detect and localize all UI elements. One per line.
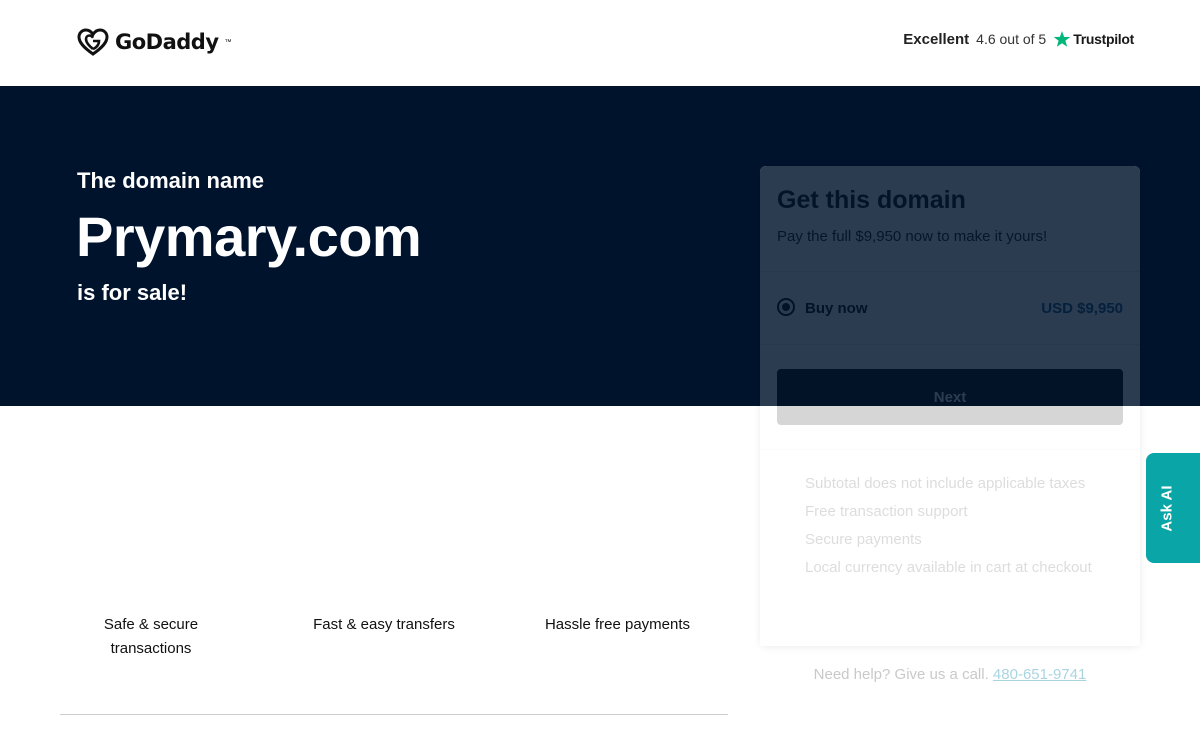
trustpilot-rating[interactable]: Excellent 4.6 out of 5 Trustpilot (903, 30, 1134, 48)
card-title: Get this domain (777, 186, 966, 214)
card-features-list: Subtotal does not include applicable tax… (805, 474, 1092, 586)
section-divider (60, 714, 728, 715)
next-button[interactable]: Next (777, 369, 1123, 425)
purchase-card: Get this domain Pay the full $9,950 now … (760, 166, 1140, 646)
list-item: Local currency available in cart at chec… (805, 559, 1092, 576)
trust-score: 4.6 out of 5 (976, 31, 1047, 47)
benefit-line: transactions (110, 640, 192, 657)
benefit-hassle-free: Hassle free payments (530, 613, 705, 637)
buy-now-price: USD $9,950 (1041, 300, 1123, 317)
logo-wordmark: GoDaddy (115, 30, 219, 54)
trademark-symbol: ™ (224, 38, 232, 46)
ask-ai-button[interactable]: Ask AI (1146, 453, 1200, 563)
card-divider (760, 449, 1140, 450)
trustpilot-brand: Trustpilot (1053, 30, 1134, 48)
help-line: Need help? Give us a call. 480-651-9741 (760, 666, 1140, 683)
buy-now-label[interactable]: Buy now (805, 300, 868, 317)
hero-post-title: is for sale! (77, 280, 188, 305)
help-phone-link[interactable]: 480-651-9741 (993, 666, 1086, 683)
site-header: GoDaddy ™ Excellent 4.6 out of 5 Trustpil… (0, 0, 1200, 86)
benefit-fast-transfers: Fast & easy transfers (300, 613, 468, 637)
benefit-safe-secure: Safe & secure transactions (100, 613, 202, 661)
card-divider (760, 271, 1140, 272)
star-icon (1053, 31, 1071, 47)
list-item: Free transaction support (805, 503, 968, 520)
card-subtitle: Pay the full $9,950 now to make it yours… (777, 228, 1048, 245)
radio-selected-dot (782, 303, 790, 311)
domain-name-heading: Prymary.com (76, 205, 422, 268)
trustpilot-label: Trustpilot (1073, 31, 1134, 47)
card-divider (760, 344, 1140, 345)
benefit-line: Hassle free payments (544, 616, 691, 633)
godaddy-logo[interactable]: GoDaddy ™ (77, 28, 232, 56)
hero-pre-title: The domain name (77, 168, 265, 193)
help-text: Need help? Give us a call. (813, 666, 989, 683)
list-item: Secure payments (805, 531, 922, 548)
trust-rating-word: Excellent (903, 30, 970, 48)
benefit-line: Fast & easy transfers (313, 616, 455, 633)
list-item: Subtotal does not include applicable tax… (805, 475, 1086, 492)
ask-ai-label: Ask AI (1158, 484, 1176, 532)
benefit-line: Safe & secure (103, 616, 199, 633)
buy-now-radio[interactable] (777, 298, 795, 316)
godaddy-heart-icon (77, 28, 109, 56)
